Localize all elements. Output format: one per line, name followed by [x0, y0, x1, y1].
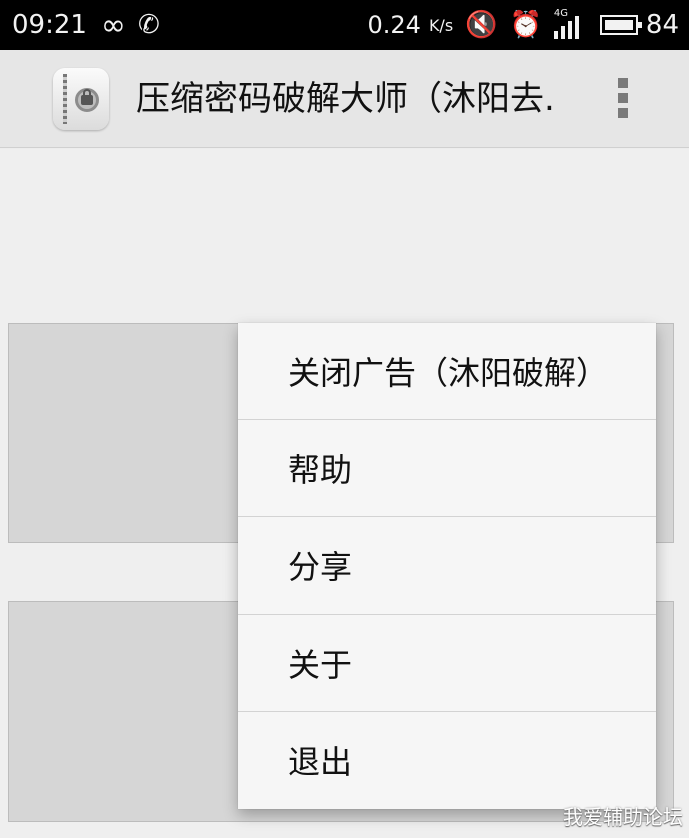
infinity-icon: ∞ — [100, 7, 126, 43]
status-left: 09:21 ∞ ✆ — [12, 8, 170, 43]
screen: { "status_bar": { "time": "09:21", "spee… — [0, 0, 689, 838]
alarm-icon: ⏰ — [509, 10, 542, 40]
battery-level: 84 — [645, 10, 679, 40]
overflow-dot-icon — [618, 108, 628, 118]
watermark: 我爱辅助论坛 — [563, 805, 683, 829]
overflow-dot-icon — [618, 78, 628, 88]
mute-icon: 🔇 — [465, 10, 498, 40]
status-right: 0.24 K/s 🔇 ⏰ 4G 84 — [367, 9, 680, 41]
status-time: 09:21 — [12, 10, 87, 40]
phone-icon: ✆ — [137, 10, 160, 40]
status-bar: 09:21 ∞ ✆ 0.24 K/s 🔇 ⏰ 4G 84 — [0, 0, 689, 50]
signal-bars — [553, 16, 579, 39]
network-speed: 0.24 — [367, 11, 421, 39]
overflow-menu-button[interactable] — [618, 78, 630, 118]
menu-item-help[interactable]: 帮助 — [238, 420, 656, 518]
overflow-dot-icon — [618, 93, 628, 103]
network-speed-unit: K/s — [428, 15, 454, 35]
menu-item-share[interactable]: 分享 — [238, 517, 656, 615]
battery-icon — [599, 15, 642, 35]
page-title: 压缩密码破解大师（沐阳去.. — [136, 79, 556, 119]
app-bar: 压缩密码破解大师（沐阳去.. — [0, 50, 689, 148]
menu-item-close-ads[interactable]: 关闭广告（沐阳破解） — [238, 323, 656, 421]
menu-item-about[interactable]: 关于 — [238, 615, 656, 712]
signal-icon: 4G — [553, 9, 588, 39]
zipper-icon — [63, 74, 67, 124]
main-content: 字典暴力破解 关闭广告（沐阳破解） 帮助 分享 关于 退出 我爱辅助论坛 — [0, 149, 689, 838]
app-icon — [53, 68, 109, 130]
overflow-popup-menu: 关闭广告（沐阳破解） 帮助 分享 关于 退出 — [238, 323, 656, 809]
menu-item-exit[interactable]: 退出 — [238, 712, 656, 809]
lock-icon — [81, 89, 93, 105]
